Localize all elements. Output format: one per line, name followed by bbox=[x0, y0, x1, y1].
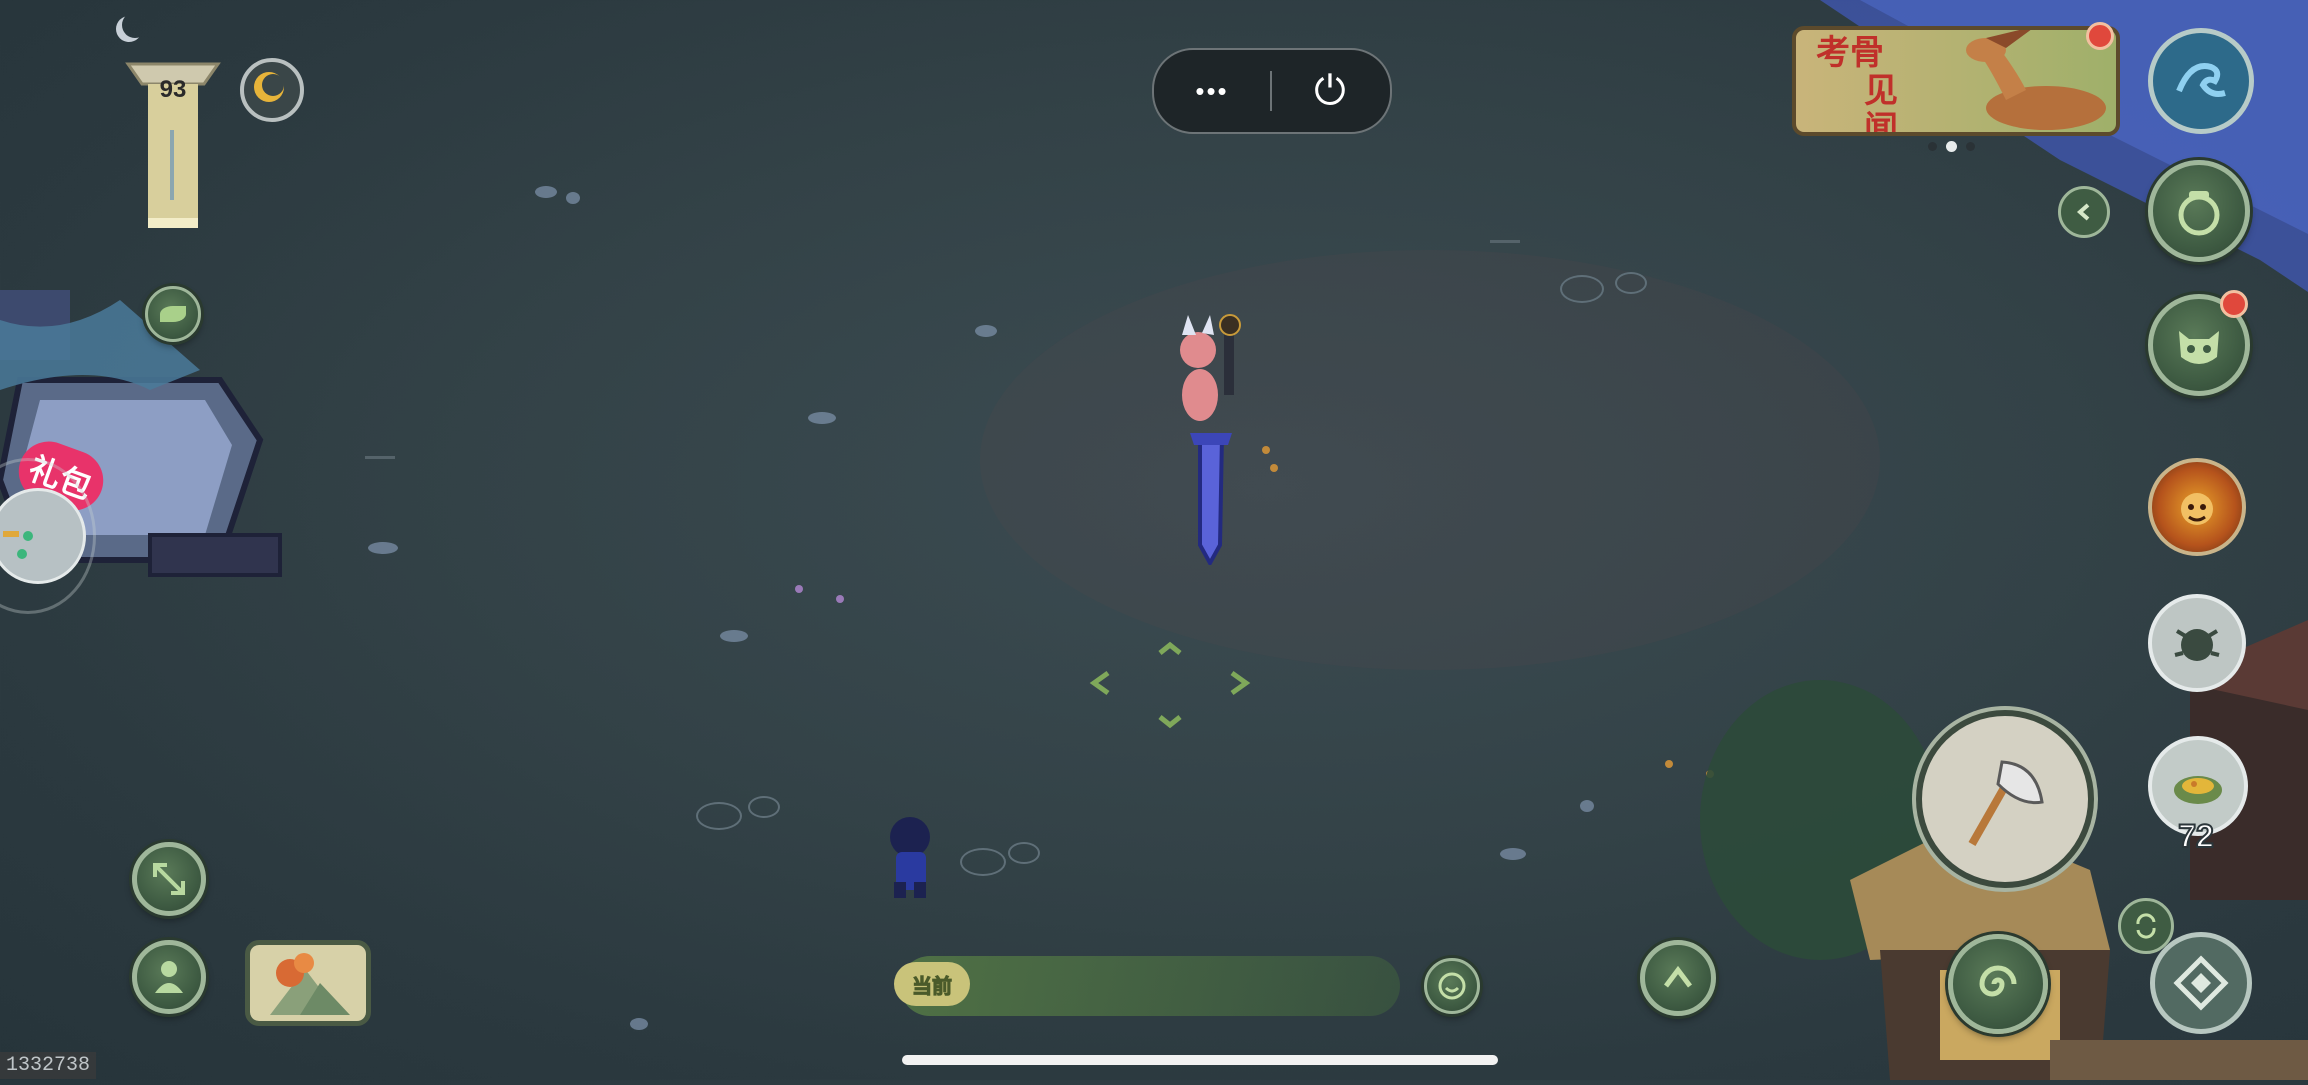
banner-page-dot-active bbox=[1946, 141, 1957, 152]
spiral-icon bbox=[1979, 965, 2017, 997]
banner-page-dot bbox=[1928, 142, 1937, 151]
chat-channel-current[interactable]: 当前 bbox=[894, 962, 970, 1006]
grass-tuft bbox=[365, 438, 395, 459]
bug-icon bbox=[2174, 629, 2220, 661]
character-icon bbox=[155, 961, 183, 993]
pebble bbox=[975, 325, 997, 337]
banner-page-dot bbox=[1966, 142, 1975, 151]
back-chevron-icon bbox=[2076, 203, 2090, 221]
expand-button[interactable] bbox=[132, 842, 206, 916]
leaf-icon bbox=[160, 306, 186, 322]
pebble bbox=[566, 192, 580, 204]
event-banner[interactable]: 考骨 见闻 bbox=[1792, 26, 2120, 136]
smile-icon bbox=[1438, 972, 1466, 1000]
food-bowl-icon bbox=[2174, 776, 2222, 804]
wave-button[interactable] bbox=[2148, 28, 2254, 134]
diamond-icon bbox=[2173, 955, 2229, 1011]
ground-shadow bbox=[980, 250, 1880, 670]
flower bbox=[1270, 464, 1278, 472]
food-count: 72 bbox=[2177, 817, 2215, 855]
spiral-button[interactable] bbox=[1948, 934, 2048, 1034]
leaf-button[interactable] bbox=[145, 286, 201, 342]
rock-cluster bbox=[1615, 272, 1647, 294]
flower bbox=[1262, 446, 1270, 454]
event-title-line2: 见闻 bbox=[1864, 71, 1898, 136]
npc-ninja[interactable] bbox=[880, 812, 936, 902]
pot-button[interactable] bbox=[2148, 160, 2250, 262]
home-indicator[interactable] bbox=[902, 1055, 1498, 1065]
exit-button[interactable]: ⏻ bbox=[1272, 69, 1388, 114]
event-title-line1: 考骨 bbox=[1816, 33, 1884, 73]
expand-icon bbox=[153, 863, 185, 895]
character-button[interactable] bbox=[132, 940, 206, 1014]
monster-notification-dot bbox=[2220, 290, 2248, 318]
wave-icon bbox=[2176, 63, 2226, 97]
beast-face-button[interactable] bbox=[2148, 458, 2246, 556]
rock-cluster bbox=[1560, 275, 1604, 303]
pebble bbox=[1580, 800, 1594, 812]
pebble bbox=[368, 542, 398, 554]
event-notification-dot bbox=[2086, 22, 2114, 50]
back-chevron-button[interactable] bbox=[2058, 186, 2110, 238]
moon-crescent-icon bbox=[122, 12, 148, 38]
diamond-button[interactable] bbox=[2150, 932, 2252, 1034]
jump-button[interactable] bbox=[1640, 940, 1716, 1016]
rock-cluster bbox=[1008, 842, 1040, 864]
moon-orb-icon[interactable] bbox=[240, 58, 304, 122]
flower bbox=[836, 595, 844, 603]
chat-channel-label: 当前 bbox=[912, 973, 953, 998]
rock-cluster bbox=[748, 796, 780, 818]
jump-icon bbox=[1664, 965, 1692, 988]
map-thumbnail-button[interactable] bbox=[245, 940, 371, 1026]
map-thumbnail-icon bbox=[270, 953, 350, 1015]
energy-value: 93 bbox=[159, 76, 187, 103]
axe-icon bbox=[1968, 760, 2044, 846]
swap-icon bbox=[2136, 913, 2156, 939]
player-id: 1332738 bbox=[0, 1052, 97, 1079]
axe-action-button[interactable] bbox=[1916, 710, 2094, 888]
pebble bbox=[535, 186, 557, 198]
player-character bbox=[1160, 305, 1260, 568]
pebble bbox=[720, 630, 748, 642]
rock-cluster bbox=[960, 848, 1006, 876]
pebble bbox=[808, 412, 836, 424]
chat-bar[interactable] bbox=[900, 956, 1400, 1016]
beast-face-icon bbox=[2181, 493, 2213, 525]
more-button[interactable]: ••• bbox=[1154, 76, 1270, 107]
move-target-indicator bbox=[1080, 635, 1260, 735]
more-icon: ••• bbox=[1195, 75, 1229, 106]
mini-program-capsule: ••• ⏻ bbox=[1152, 48, 1392, 134]
grass-tuft bbox=[1490, 222, 1520, 243]
bug-button[interactable] bbox=[2148, 594, 2246, 692]
pebble bbox=[1500, 848, 1526, 860]
pot-icon bbox=[2178, 191, 2220, 236]
tower-icon[interactable]: 93 bbox=[118, 50, 228, 230]
monster-icon bbox=[2179, 331, 2219, 364]
power-icon: ⏻ bbox=[1314, 68, 1346, 113]
flower bbox=[795, 585, 803, 593]
emoji-button[interactable] bbox=[1424, 958, 1480, 1014]
rock-cluster bbox=[696, 802, 742, 830]
pebble bbox=[630, 1018, 648, 1030]
